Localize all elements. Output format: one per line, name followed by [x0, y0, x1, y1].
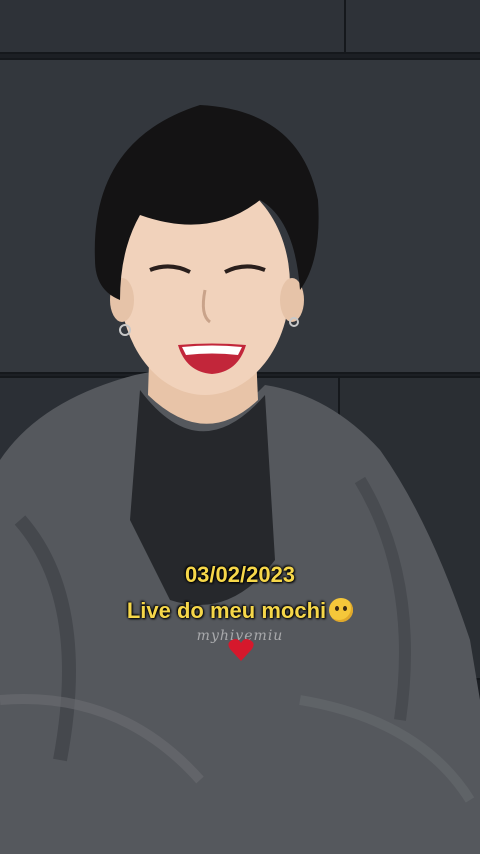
heart-icon — [228, 639, 254, 661]
date-overlay: 03/02/2023 — [184, 562, 296, 587]
person-illustration — [0, 105, 480, 854]
caption-text: Live do meu mochi — [126, 598, 327, 623]
caption-overlay: Live do meu mochi — [0, 598, 480, 624]
video-frame: 03/02/2023 Live do meu mochi myhivemiu — [0, 0, 480, 854]
crying-face-icon — [329, 598, 354, 622]
